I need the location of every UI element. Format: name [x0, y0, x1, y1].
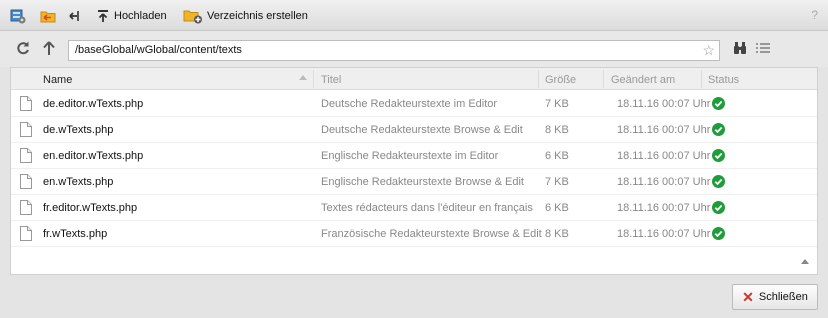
list-view-icon: [756, 43, 770, 53]
file-name: de.wTexts.php: [43, 124, 114, 136]
file-name: en.editor.wTexts.php: [43, 150, 144, 162]
column-divider: [538, 70, 539, 88]
column-header-name[interactable]: Name: [43, 74, 72, 86]
status-ok-icon: [712, 123, 725, 136]
new-folder-icon: [183, 10, 202, 24]
status-ok-icon: [712, 97, 725, 110]
bookmark-star-icon[interactable]: ☆: [702, 42, 715, 58]
refresh-button[interactable]: [16, 40, 30, 59]
navigation-bar: /baseGlobal/wGlobal/content/texts ☆: [0, 31, 828, 67]
file-name: fr.editor.wTexts.php: [43, 202, 138, 214]
table-row[interactable]: fr.wTexts.php Französische Redakteurstext…: [11, 221, 817, 247]
file-name: fr.wTexts.php: [43, 228, 108, 240]
column-divider: [701, 70, 702, 88]
file-size: 7 KB: [545, 98, 569, 110]
file-modified: 18.11.16 00:07 Uhr: [617, 150, 711, 162]
folder-back-button[interactable]: [40, 6, 56, 26]
column-header-size[interactable]: Größe: [545, 74, 576, 86]
file-icon: [20, 174, 32, 189]
file-size: 8 KB: [545, 228, 569, 240]
table-row[interactable]: de.wTexts.php Deutsche Redakteurstexte Br…: [11, 117, 817, 143]
file-icon: [20, 148, 32, 163]
file-size: 8 KB: [545, 124, 569, 136]
file-icon: [20, 122, 32, 137]
upload-button[interactable]: Hochladen: [96, 6, 167, 26]
path-text: /baseGlobal/wGlobal/content/texts: [75, 44, 242, 56]
file-modified: 18.11.16 00:07 Uhr: [617, 202, 711, 214]
server-icon-button[interactable]: [10, 6, 26, 26]
close-x-icon: ✕: [742, 289, 754, 305]
sort-ascending-icon[interactable]: [299, 75, 307, 80]
file-modified: 18.11.16 00:07 Uhr: [617, 124, 711, 136]
status-ok-icon: [712, 227, 725, 240]
file-icon: [20, 200, 32, 215]
table-header: Name Titel Größe Geändert am Status: [11, 68, 817, 90]
binoculars-icon: [734, 42, 746, 54]
file-modified: 18.11.16 00:07 Uhr: [617, 176, 711, 188]
column-divider: [313, 70, 314, 88]
binoculars-button[interactable]: [733, 41, 747, 58]
create-directory-button[interactable]: Verzeichnis erstellen: [183, 6, 308, 26]
go-back-button[interactable]: [68, 6, 82, 26]
arrow-up-icon: [43, 41, 55, 55]
file-title: Englische Redakteurstexte Browse & Edit: [321, 176, 524, 188]
create-directory-label: Verzeichnis erstellen: [207, 10, 308, 22]
table-row[interactable]: en.wTexts.php Englische Redakteurstexte B…: [11, 169, 817, 195]
path-input[interactable]: /baseGlobal/wGlobal/content/texts ☆: [68, 40, 720, 61]
arrow-left-icon: [69, 11, 79, 21]
column-divider: [603, 70, 604, 88]
column-header-status[interactable]: Status: [708, 74, 739, 86]
file-title: Deutsche Redakteurstexte im Editor: [321, 98, 498, 110]
status-ok-icon: [712, 149, 725, 162]
refresh-icon: [17, 41, 29, 55]
file-icon: [20, 226, 32, 241]
parent-directory-button[interactable]: [43, 40, 55, 59]
folder-arrow-icon: [40, 11, 56, 23]
table-row[interactable]: en.editor.wTexts.php Englische Redakteurs…: [11, 143, 817, 169]
file-size: 6 KB: [545, 202, 569, 214]
upload-icon: [98, 10, 108, 22]
server-icon: [10, 9, 26, 24]
status-ok-icon: [712, 201, 725, 214]
file-size: 7 KB: [545, 176, 569, 188]
help-button[interactable]: ?: [811, 8, 818, 22]
file-modified: 18.11.16 00:07 Uhr: [617, 98, 711, 110]
file-title: Deutsche Redakteurstexte Browse & Edit: [321, 124, 523, 136]
file-title: Textes rédacteurs dans l'éditeur en fran…: [321, 202, 533, 214]
list-view-button[interactable]: [756, 43, 770, 56]
file-modified: 18.11.16 00:07 Uhr: [617, 228, 711, 240]
close-button[interactable]: ✕ Schließen: [732, 284, 818, 310]
file-name: de.editor.wTexts.php: [43, 98, 144, 110]
column-header-modified[interactable]: Geändert am: [611, 74, 675, 86]
file-title: Englische Redakteurstexte im Editor: [321, 150, 499, 162]
file-icon: [20, 96, 32, 111]
file-list-panel: Name Titel Größe Geändert am Status de.e…: [10, 67, 818, 275]
file-title: Französische Redakteurstexte Browse & Ed…: [321, 228, 542, 240]
table-row[interactable]: de.editor.wTexts.php Deutsche Redakteurst…: [11, 91, 817, 117]
column-header-title[interactable]: Titel: [321, 74, 341, 86]
toolbar: Hochladen Verzeichnis erstellen ?: [0, 0, 828, 31]
upload-label: Hochladen: [114, 10, 167, 22]
file-size: 6 KB: [545, 150, 569, 162]
table-row[interactable]: fr.editor.wTexts.php Textes rédacteurs da…: [11, 195, 817, 221]
scroll-up-arrow[interactable]: [801, 259, 809, 264]
status-ok-icon: [712, 175, 725, 188]
close-label: Schließen: [758, 291, 808, 303]
file-name: en.wTexts.php: [43, 176, 114, 188]
